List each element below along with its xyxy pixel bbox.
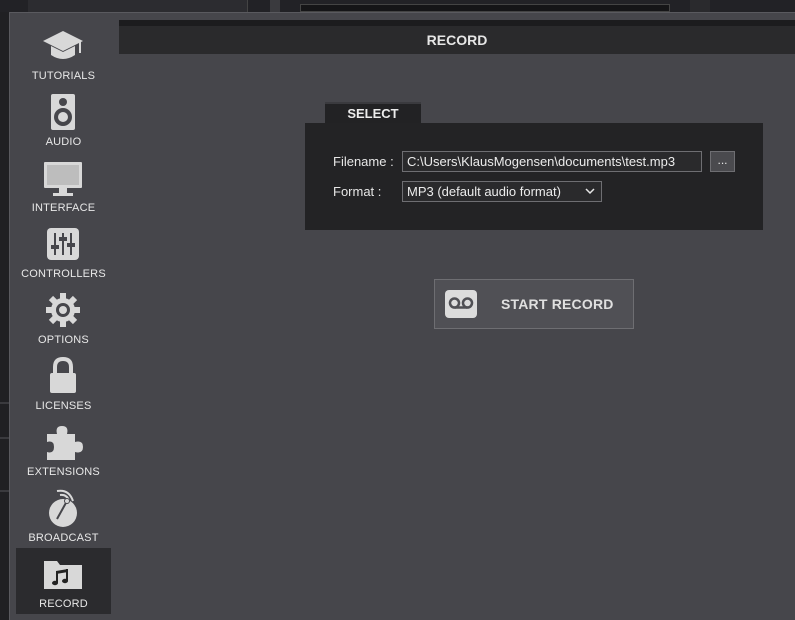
chevron-down-icon: [585, 188, 595, 195]
format-selected-value: MP3 (default audio format): [407, 184, 561, 199]
filename-label: Filename :: [333, 154, 394, 169]
sidebar-item-label: TUTORIALS: [31, 70, 96, 82]
record-panel: RECORD SELECT Filename : C:\Users\KlausM…: [111, 20, 795, 620]
sidebar-item-record[interactable]: RECORD: [16, 548, 111, 614]
music-folder-icon: [38, 554, 88, 594]
sidebar-item-tutorials[interactable]: TUTORIALS: [16, 20, 111, 86]
select-section-tab: SELECT: [325, 102, 421, 124]
format-dropdown[interactable]: MP3 (default audio format): [402, 181, 602, 202]
background-app-panel: [28, 0, 248, 12]
sidebar-item-audio[interactable]: AUDIO: [16, 86, 111, 152]
background-app-sidebar: [0, 12, 9, 620]
sidebar-item-label: INTERFACE: [31, 202, 96, 214]
voicemail-icon: [445, 290, 477, 318]
sliders-icon: [38, 224, 88, 264]
select-section-label: SELECT: [347, 106, 399, 121]
background-divider: [0, 437, 9, 439]
sidebar-item-label: OPTIONS: [38, 334, 89, 346]
title-bar: RECORD: [119, 20, 795, 54]
filename-input[interactable]: C:\Users\KlausMogensen\documents\test.mp…: [402, 151, 702, 172]
sidebar-item-broadcast[interactable]: BROADCAST: [16, 482, 111, 548]
background-app-panel: [300, 4, 670, 12]
sidebar-item-extensions[interactable]: EXTENSIONS: [16, 416, 111, 482]
speaker-icon: [38, 92, 88, 132]
graduation-cap-icon: [38, 26, 88, 66]
background-app-panel: [270, 0, 280, 12]
satellite-dish-icon: [38, 488, 88, 528]
browse-button[interactable]: ...: [710, 151, 735, 172]
sidebar-item-label: EXTENSIONS: [27, 466, 100, 478]
sidebar-item-licenses[interactable]: LICENSES: [16, 350, 111, 416]
background-app-panel: [690, 0, 710, 12]
gear-icon: [38, 290, 88, 330]
start-record-button[interactable]: START RECORD: [434, 279, 634, 329]
sidebar-item-controllers[interactable]: CONTROLLERS: [16, 218, 111, 284]
sidebar-item-label: BROADCAST: [28, 532, 99, 544]
sidebar-item-interface[interactable]: INTERFACE: [16, 152, 111, 218]
puzzle-icon: [38, 422, 88, 462]
sidebar-item-options[interactable]: OPTIONS: [16, 284, 111, 350]
lock-icon: [38, 356, 88, 396]
format-label: Format :: [333, 184, 382, 199]
start-record-label: START RECORD: [501, 296, 614, 312]
settings-sidebar: TUTORIALS AUDIO INTERFACE CONTROLLERS OP…: [16, 20, 111, 614]
monitor-icon: [38, 158, 88, 198]
sidebar-item-label: AUDIO: [45, 136, 82, 148]
page-title: RECORD: [426, 32, 488, 48]
background-divider: [0, 402, 9, 404]
sidebar-item-label: LICENSES: [35, 400, 92, 412]
background-divider: [0, 490, 9, 492]
sidebar-item-label: RECORD: [39, 598, 88, 610]
select-section-panel: Filename : C:\Users\KlausMogensen\docume…: [305, 123, 763, 230]
sidebar-item-label: CONTROLLERS: [21, 268, 106, 280]
